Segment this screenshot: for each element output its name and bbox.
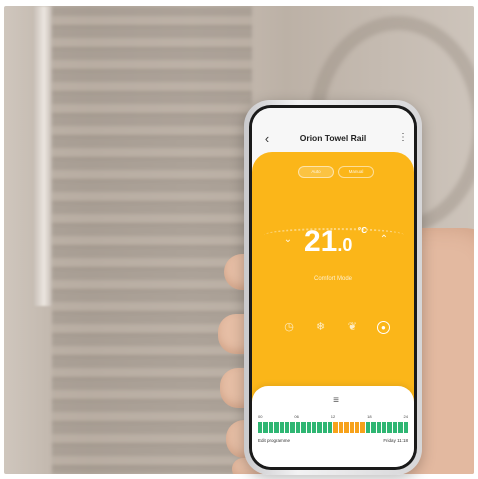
schedule-block: [349, 422, 355, 433]
schedule-footer: Edit programme Friday 11:18: [258, 438, 408, 446]
hour-label: 18: [367, 414, 372, 419]
curtain-pole: [34, 6, 54, 306]
window-blind: [52, 6, 252, 474]
hour-label: 06: [294, 414, 299, 419]
schedule-block: [311, 422, 317, 433]
leaf-icon[interactable]: ❦: [345, 320, 359, 334]
schedule-hours: 00 06 12 18 24: [258, 414, 408, 422]
schedule-block: [268, 422, 274, 433]
schedule-block: [365, 422, 371, 433]
schedule-block: [398, 422, 403, 433]
temperature-integer: 21: [304, 225, 338, 258]
schedule-block: [274, 422, 279, 433]
mode-toggle: Auto Manual: [298, 166, 374, 178]
hour-label: 00: [258, 414, 263, 419]
temperature-decimal: .0: [337, 235, 353, 255]
phone-screen: ‹ Orion Towel Rail ⋮ Auto Manual ⌄ ⌃ 21.…: [249, 105, 417, 470]
schedule-block: [279, 422, 284, 433]
temperature-unit: °C: [358, 226, 367, 235]
schedule-sheet: ≡ 00 06 12 18 24 Edit programme Friday 1…: [252, 386, 414, 467]
temperature-readout: 21.0 °C: [304, 224, 368, 260]
schedule-block: [360, 422, 365, 433]
hour-label: 12: [330, 414, 336, 419]
menu-icon[interactable]: ≡: [328, 396, 344, 406]
comfort-icon[interactable]: ●: [376, 320, 390, 334]
schedule-block: [295, 422, 301, 433]
app-display: ‹ Orion Towel Rail ⋮ Auto Manual ⌄ ⌃ 21.…: [252, 108, 414, 467]
schedule-block: [387, 422, 392, 433]
current-time: Friday 11:18: [383, 438, 408, 443]
schedule-block: [263, 422, 268, 433]
hour-label: 24: [403, 414, 408, 419]
schedule-block: [328, 422, 333, 433]
mode-label: Comfort Mode: [313, 276, 352, 282]
mode-toggle-manual[interactable]: Manual: [338, 166, 374, 178]
schedule-block: [258, 422, 263, 433]
schedule-block: [306, 422, 311, 433]
schedule-block: [322, 422, 328, 433]
chevron-up-icon[interactable]: ⌃: [378, 234, 390, 246]
page-title: Orion Towel Rail: [299, 133, 367, 143]
smartphone: ‹ Orion Towel Rail ⋮ Auto Manual ⌄ ⌃ 21.…: [244, 100, 422, 475]
schedule-block: [403, 422, 408, 433]
thermostat-panel: Auto Manual ⌄ ⌃ 21.0 °C Comfort Mode ◷ ❄…: [252, 152, 414, 402]
edit-programme-link[interactable]: Edit programme: [258, 438, 290, 446]
mode-toggle-auto[interactable]: Auto: [298, 166, 334, 178]
schedule-block: [344, 422, 349, 433]
snowflake-icon[interactable]: ❄: [314, 320, 328, 334]
schedule-block: [284, 422, 290, 433]
app-bar: ‹ Orion Towel Rail ⋮: [252, 108, 414, 152]
schedule-block: [376, 422, 381, 433]
schedule-bar[interactable]: [258, 422, 408, 433]
timer-icon[interactable]: ◷: [282, 320, 296, 334]
schedule-block: [301, 422, 306, 433]
schedule-block: [317, 422, 322, 433]
schedule-block: [381, 422, 387, 433]
schedule-block: [290, 422, 295, 433]
schedule-block: [355, 422, 360, 433]
schedule-block: [338, 422, 344, 433]
more-vertical-icon[interactable]: ⋮: [398, 131, 408, 145]
schedule-block: [392, 422, 398, 433]
mode-icons: ◷ ❄ ❦ ●: [282, 318, 390, 336]
schedule-block: [371, 422, 376, 433]
schedule-block: [333, 422, 338, 433]
chevron-down-icon[interactable]: ⌄: [282, 234, 294, 246]
